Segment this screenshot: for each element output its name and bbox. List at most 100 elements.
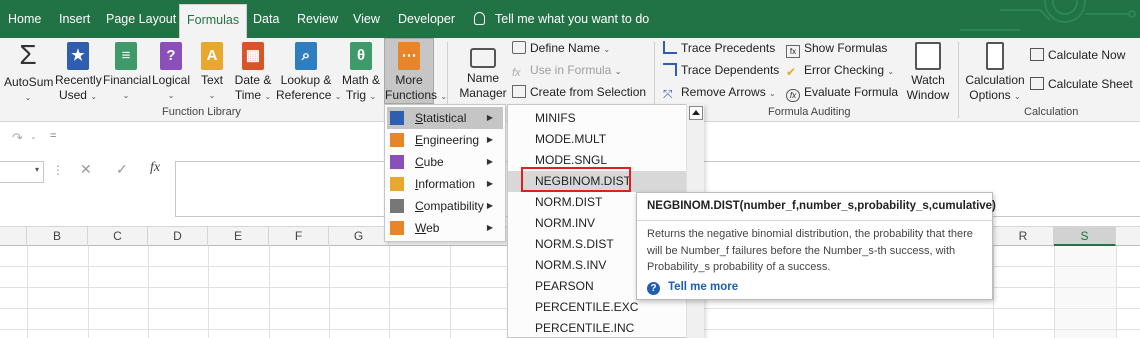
tab-review[interactable]: Review (297, 0, 338, 38)
tag-icon (512, 41, 526, 54)
ribbon-tab-bar: Home Insert Page Layout Formulas Data Re… (0, 0, 1140, 38)
column-header-f[interactable]: F (269, 227, 329, 246)
tab-formulas[interactable]: Formulas (179, 4, 248, 38)
function-library-group-label: Function Library (162, 106, 241, 118)
circuit-decoration (900, 0, 1140, 38)
engineering-icon (390, 133, 404, 147)
text-book-icon: A (201, 42, 223, 70)
remove-arrows-icon: ⤧ (663, 87, 673, 101)
create-from-selection-button[interactable]: Create from Selection (512, 83, 646, 101)
column-header-b[interactable]: B (27, 227, 88, 246)
remove-arrows-button[interactable]: ⤧ Remove Arrows ⌄ (663, 83, 776, 101)
menu-item-web[interactable]: Web ▶ (387, 217, 503, 239)
insert-function-icon[interactable]: fx (150, 160, 160, 176)
name-manager-button[interactable]: Name Manager (458, 40, 508, 101)
chevron-down-icon: ⌄ (369, 92, 377, 101)
chevron-down-icon: ⌄ (887, 67, 895, 76)
scroll-up-button[interactable] (689, 106, 703, 120)
chevron-down-icon: ⌄ (603, 45, 611, 54)
calculate-now-button[interactable]: Calculate Now (1030, 46, 1125, 64)
star-book-icon: ★ (67, 42, 89, 70)
sigma-icon: Σ (19, 39, 37, 70)
tooltip-description: Returns the negative binomial distributi… (647, 228, 973, 273)
column-header-e[interactable]: E (208, 227, 269, 246)
function-item-minifs[interactable]: MINIFS (508, 108, 687, 129)
function-item-percentile-exc[interactable]: PERCENTILE.EXC (508, 297, 687, 318)
calculation-options-button[interactable]: Calculation Options ⌄ (964, 40, 1026, 104)
chevron-down-icon[interactable]: ⌄ (30, 132, 37, 141)
question-book-icon: ? (160, 42, 182, 70)
customize-qat-icon[interactable]: = (50, 130, 56, 142)
evaluate-formula-button[interactable]: fx Evaluate Formula (786, 83, 898, 102)
chevron-right-icon: ▶ (486, 223, 493, 232)
chevron-right-icon: ▶ (486, 179, 493, 188)
statistical-icon (390, 111, 404, 125)
function-item-percentile-inc[interactable]: PERCENTILE.INC (508, 318, 687, 337)
tab-insert[interactable]: Insert (59, 0, 90, 38)
logical-button[interactable]: ? Logical ⌄ (151, 40, 191, 103)
magnifier-book-icon: ⌕ (295, 42, 317, 70)
financial-button[interactable]: ≡ Financial ⌄ (103, 40, 151, 103)
error-checking-button[interactable]: ✔ Error Checking ⌄ (786, 61, 894, 79)
group-divider (958, 42, 959, 118)
chevron-right-icon: ▶ (486, 157, 493, 166)
more-functions-button[interactable]: ⋯ More Functions ⌄ (384, 38, 447, 104)
menu-item-statistical[interactable]: Statistical ▶ (387, 107, 503, 129)
enter-icon[interactable]: ✓ (116, 161, 128, 178)
information-icon (390, 177, 404, 191)
tell-me-search[interactable]: Tell me what you want to do (474, 0, 649, 38)
column-header-g[interactable]: G (329, 227, 389, 246)
date-time-button[interactable]: ▦ Date & Time ⌄ (232, 40, 274, 104)
tell-me-more-link[interactable]: ? Tell me more (647, 281, 738, 295)
define-name-button[interactable]: Define Name ⌄ (512, 39, 610, 57)
calculator-icon (986, 42, 1004, 70)
chevron-down-icon: ⌄ (24, 93, 32, 102)
theta-book-icon: θ (350, 42, 372, 70)
tooltip-divider (637, 220, 992, 221)
chevron-down-icon[interactable]: ▾ (35, 165, 39, 174)
trace-dependents-button[interactable]: Trace Dependents (663, 61, 779, 79)
evaluate-formula-icon: fx (786, 89, 800, 102)
function-tooltip: NEGBINOM.DIST(number_f,number_s,probabil… (636, 192, 996, 300)
show-formulas-button[interactable]: fx Show Formulas (786, 39, 887, 58)
menu-item-cube[interactable]: Cube ▶ (387, 151, 503, 173)
tab-developer[interactable]: Developer (398, 0, 455, 38)
more-functions-book-icon: ⋯ (398, 42, 420, 70)
math-trig-button[interactable]: θ Math & Trig ⌄ (339, 40, 383, 104)
trace-precedents-icon (663, 41, 677, 54)
lookup-reference-button[interactable]: ⌕ Lookup & Reference ⌄ (276, 40, 341, 104)
tab-home[interactable]: Home (8, 0, 41, 38)
chevron-down-icon: ⌄ (167, 91, 175, 100)
drag-handle-icon[interactable]: ⋮ (52, 163, 64, 177)
column-header-d[interactable]: D (148, 227, 208, 246)
cancel-icon[interactable]: ✕ (80, 161, 92, 178)
column-header-c[interactable]: C (88, 227, 148, 246)
column-header-s[interactable]: S (1054, 227, 1116, 246)
column-header-partial[interactable] (0, 227, 27, 246)
formula-auditing-group-label: Formula Auditing (768, 106, 851, 118)
tab-view[interactable]: View (353, 0, 380, 38)
web-icon (390, 221, 404, 235)
tab-data[interactable]: Data (253, 0, 279, 38)
calculator-small-icon (1030, 48, 1044, 61)
autosum-button[interactable]: Σ AutoSum ⌄ (4, 39, 53, 105)
use-in-formula-button[interactable]: fx Use in Formula ⌄ (512, 61, 621, 79)
tab-page-layout[interactable]: Page Layout (106, 0, 176, 38)
text-button[interactable]: A Text ⌄ (196, 40, 228, 103)
name-tag-icon (470, 48, 496, 68)
column-header-r[interactable]: R (993, 227, 1054, 246)
calculate-sheet-button[interactable]: Calculate Sheet (1030, 75, 1133, 93)
tell-me-more-text: Tell me more (668, 281, 739, 293)
menu-item-compatibility[interactable]: Compatibility ▶ (387, 195, 503, 217)
watch-window-button[interactable]: Watch Window (903, 40, 953, 103)
menu-item-information[interactable]: Information ▶ (387, 173, 503, 195)
name-box[interactable]: ▾ (0, 161, 44, 183)
redo-icon[interactable]: ↷ (12, 130, 23, 146)
menu-item-engineering[interactable]: Engineering ▶ (387, 129, 503, 151)
trace-precedents-button[interactable]: Trace Precedents (663, 39, 775, 57)
cube-icon (390, 155, 404, 169)
grid-selection-icon (512, 85, 526, 98)
chevron-down-icon: ⌄ (769, 89, 776, 98)
function-item-mode-mult[interactable]: MODE.MULT (508, 129, 687, 150)
recently-used-button[interactable]: ★ Recently Used ⌄ (55, 40, 102, 104)
